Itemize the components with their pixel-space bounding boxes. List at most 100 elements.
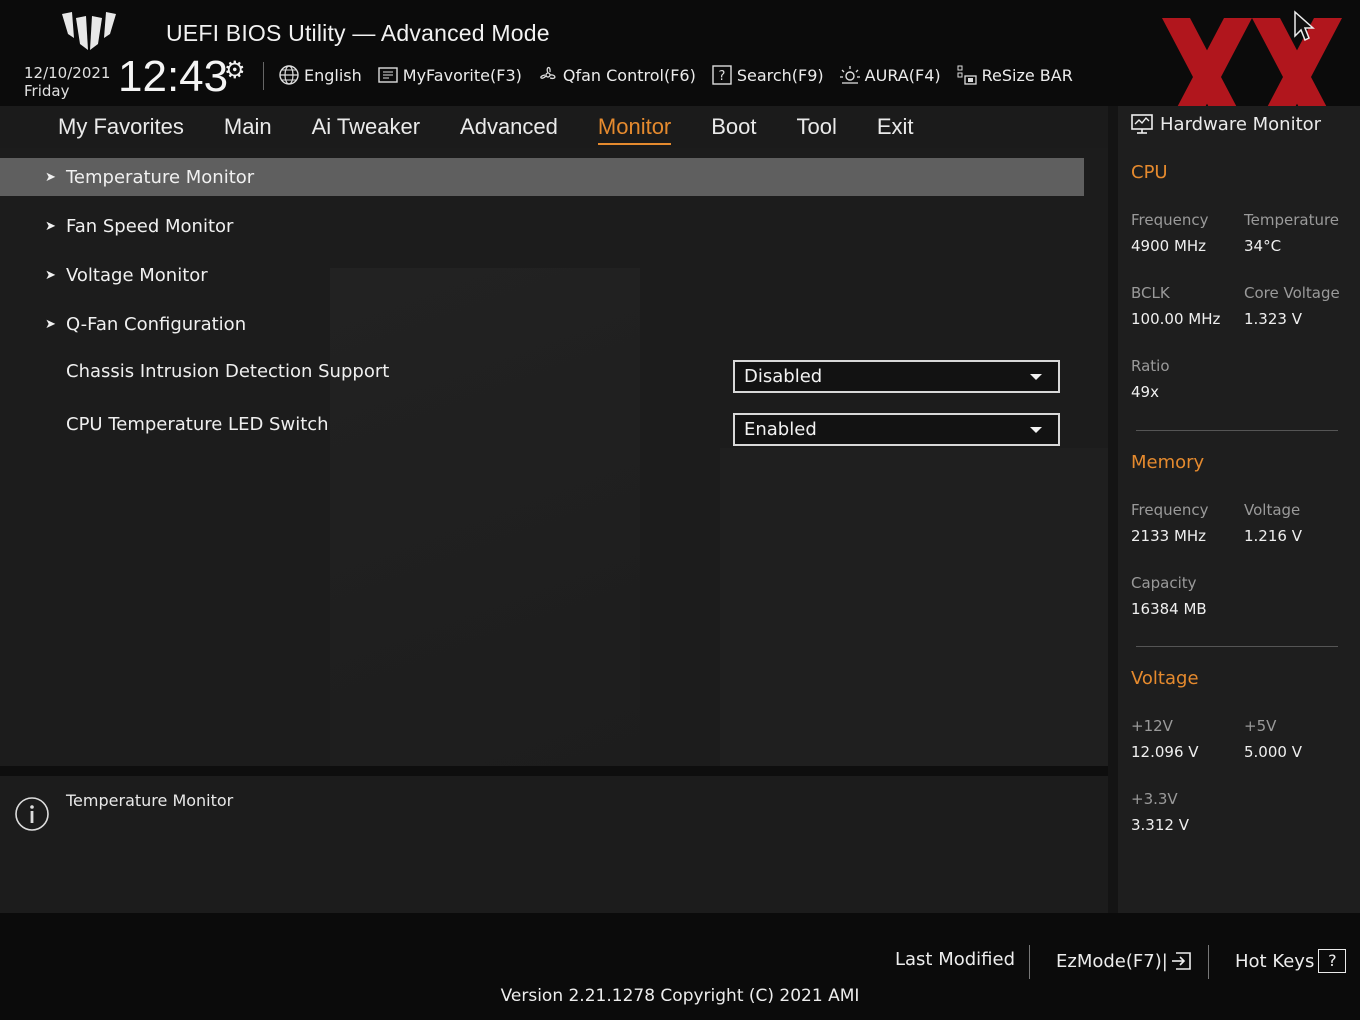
- v33-value: 3.312 V: [1131, 816, 1189, 834]
- header-bar: UEFI BIOS Utility — Advanced Mode 12/10/…: [0, 0, 1360, 136]
- v33-label: +3.3V: [1131, 790, 1178, 808]
- resize-bar-button[interactable]: ReSize BAR: [956, 64, 1073, 86]
- tab-monitor[interactable]: Monitor: [597, 112, 672, 145]
- aura-label: AURA(F4): [864, 65, 941, 85]
- ratio-label: Ratio: [1131, 357, 1170, 375]
- aura-button[interactable]: AURA(F4): [839, 64, 941, 86]
- v5-value: 5.000 V: [1244, 743, 1302, 761]
- hardware-monitor-title: Hardware Monitor: [1130, 112, 1321, 136]
- last-modified-button[interactable]: Last Modified: [895, 949, 1015, 970]
- tab-boot[interactable]: Boot: [711, 112, 756, 142]
- submenu-label: Q-Fan Configuration: [66, 313, 247, 335]
- background-decoration: [720, 448, 1108, 766]
- search-help-icon: ?: [711, 64, 733, 86]
- ratio-value: 49x: [1131, 383, 1159, 401]
- memory-heading: Memory: [1131, 452, 1205, 473]
- myfavorite-label: MyFavorite(F3): [402, 65, 522, 85]
- hw-divider: [1136, 430, 1338, 431]
- voltage-heading: Voltage: [1131, 668, 1199, 689]
- resize-bar-icon: [956, 64, 978, 86]
- main-tab-bar: My Favorites Main Ai Tweaker Advanced Mo…: [0, 106, 1108, 148]
- v12-value: 12.096 V: [1131, 743, 1199, 761]
- aura-light-icon: [839, 64, 861, 86]
- svg-text:?: ?: [718, 69, 725, 84]
- date-text: 12/10/2021: [24, 64, 111, 82]
- monitor-screen-icon: [1131, 114, 1153, 134]
- search-button[interactable]: ? Search(F9): [711, 64, 824, 86]
- cpu-heading: CPU: [1131, 162, 1168, 183]
- submenu-arrow-icon: ➤: [45, 169, 56, 185]
- help-divider: [0, 766, 1108, 776]
- bclk-value: 100.00 MHz: [1131, 310, 1221, 328]
- qfan-control-button[interactable]: Qfan Control(F6): [537, 64, 696, 86]
- v5-label: +5V: [1244, 717, 1277, 735]
- submenu-label: Voltage Monitor: [66, 264, 208, 286]
- header-toolbar: English MyFavorite(F3) Qfan Control(F6) …: [278, 62, 1088, 88]
- core-voltage-value: 1.323 V: [1244, 310, 1302, 328]
- setting-label: CPU Temperature LED Switch: [66, 414, 329, 435]
- memory-voltage-label: Voltage: [1244, 501, 1301, 519]
- setting-chassis-intrusion: Chassis Intrusion Detection Support Disa…: [0, 360, 1084, 400]
- globe-icon: [278, 64, 300, 86]
- day-text: Friday: [24, 82, 70, 100]
- myfavorite-button[interactable]: MyFavorite(F3): [377, 64, 522, 86]
- submenu-label: Temperature Monitor: [66, 166, 255, 188]
- v12-label: +12V: [1131, 717, 1173, 735]
- submenu-arrow-icon: ➤: [45, 316, 56, 332]
- ezmode-button[interactable]: EzMode(F7)|: [1056, 949, 1194, 973]
- tab-main[interactable]: Main: [224, 112, 272, 142]
- submenu-label: Fan Speed Monitor: [66, 215, 234, 237]
- app-title: UEFI BIOS Utility — Advanced Mode: [166, 20, 550, 46]
- memory-frequency-label: Frequency: [1131, 501, 1209, 519]
- cpu-temperature-label: Temperature: [1244, 211, 1340, 229]
- tab-my-favorites[interactable]: My Favorites: [58, 112, 184, 142]
- dropdown-caret-icon: [1030, 427, 1042, 433]
- bclk-label: BCLK: [1131, 284, 1170, 302]
- submenu-voltage-monitor[interactable]: ➤ Voltage Monitor: [0, 256, 1084, 294]
- hardware-monitor-label: Hardware Monitor: [1160, 113, 1322, 135]
- dropdown-caret-icon: [1030, 374, 1042, 380]
- chassis-intrusion-dropdown[interactable]: Disabled: [733, 360, 1060, 393]
- qfan-control-label: Qfan Control(F6): [562, 65, 696, 85]
- submenu-arrow-icon: ➤: [45, 267, 56, 283]
- mouse-cursor-icon: [1294, 10, 1315, 42]
- cpu-temperature-value: 34°C: [1244, 237, 1282, 255]
- resize-bar-label: ReSize BAR: [981, 65, 1073, 85]
- submenu-arrow-icon: ➤: [45, 218, 56, 234]
- clock-settings-gear-icon[interactable]: ⚙: [224, 56, 246, 84]
- dropdown-value: Enabled: [744, 419, 817, 440]
- language-button[interactable]: English: [278, 64, 362, 86]
- hardware-monitor-panel: Hardware Monitor CPU Frequency Temperatu…: [1118, 106, 1360, 913]
- cpu-temp-led-dropdown[interactable]: Enabled: [733, 413, 1060, 446]
- favorite-icon: [377, 64, 399, 86]
- tab-exit[interactable]: Exit: [877, 112, 914, 142]
- memory-capacity-label: Capacity: [1131, 574, 1197, 592]
- submenu-qfan-configuration[interactable]: ➤ Q-Fan Configuration: [0, 305, 1084, 343]
- tab-advanced[interactable]: Advanced: [460, 112, 558, 142]
- clock-time: 12:43: [118, 52, 229, 101]
- tab-ai-tweaker[interactable]: Ai Tweaker: [312, 112, 420, 142]
- footer-bar: Last Modified EzMode(F7)| Hot Keys ? Ver…: [0, 913, 1360, 1020]
- exit-to-ezmode-icon: [1171, 952, 1191, 970]
- dropdown-value: Disabled: [744, 366, 823, 387]
- date-display: 12/10/2021 Friday: [24, 64, 110, 100]
- hot-keys-button[interactable]: Hot Keys ?: [1235, 949, 1347, 973]
- memory-frequency-value: 2133 MHz: [1131, 527, 1207, 545]
- cpu-frequency-label: Frequency: [1131, 211, 1209, 229]
- info-icon: [15, 797, 49, 831]
- ezmode-label: EzMode(F7)|: [1056, 950, 1168, 972]
- question-mark-icon: ?: [1318, 949, 1347, 973]
- version-text: Version 2.21.1278 Copyright (C) 2021 AMI: [500, 986, 860, 1006]
- setting-cpu-temp-led: CPU Temperature LED Switch Enabled: [0, 413, 1084, 453]
- memory-capacity-value: 16384 MB: [1131, 600, 1207, 618]
- footer-divider: [1208, 945, 1209, 979]
- memory-voltage-value: 1.216 V: [1244, 527, 1302, 545]
- tab-tool[interactable]: Tool: [797, 112, 837, 142]
- submenu-temperature-monitor[interactable]: ➤ Temperature Monitor: [0, 158, 1084, 196]
- submenu-fan-speed-monitor[interactable]: ➤ Fan Speed Monitor: [0, 207, 1084, 245]
- search-label: Search(F9): [736, 65, 824, 85]
- language-label: English: [304, 65, 362, 85]
- header-divider: [263, 62, 264, 90]
- fan-icon: [537, 64, 559, 86]
- help-text: Temperature Monitor: [66, 791, 234, 810]
